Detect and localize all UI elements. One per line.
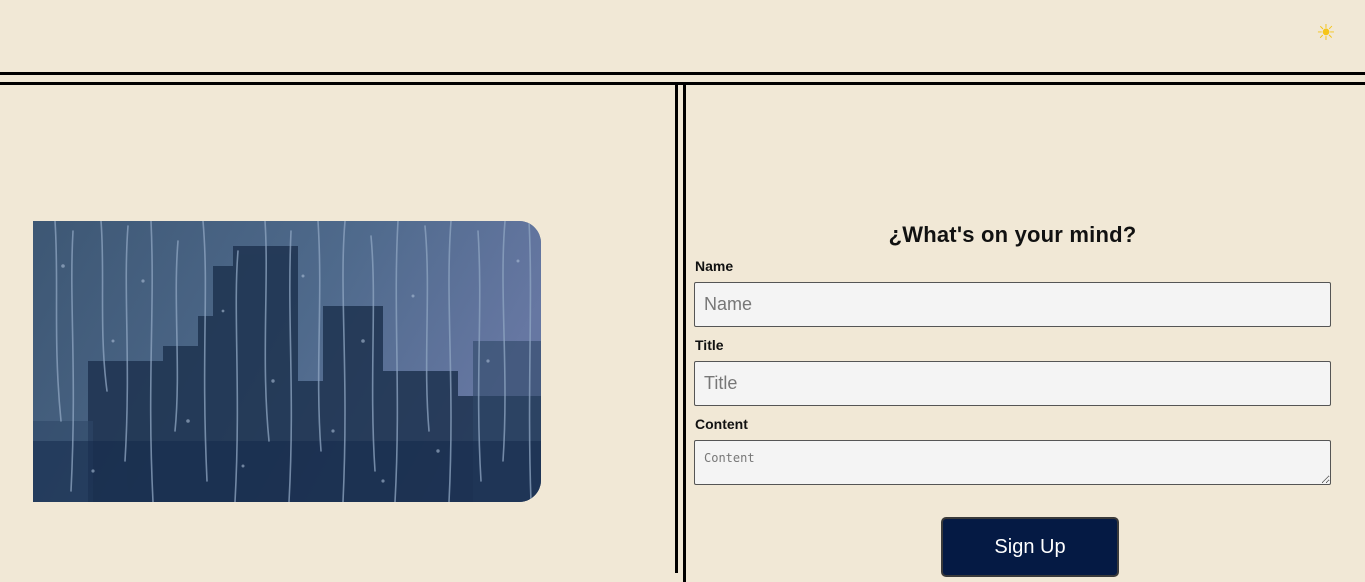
name-input[interactable] [694,282,1331,327]
header: ☀ [0,0,1365,72]
column-divider-left [675,85,678,573]
form-title: ¿What's on your mind? [888,222,1137,247]
column-divider-right [683,85,686,582]
header-divider-top [0,72,1365,75]
sign-up-button[interactable]: Sign Up [941,517,1119,577]
content-label: Content [695,416,748,432]
post-form: ¿What's on your mind? Name Title Content [694,220,1331,485]
title-label: Title [695,337,724,353]
name-label: Name [695,258,734,274]
sun-icon[interactable]: ☀ [1313,21,1339,47]
content-textarea[interactable] [694,440,1331,485]
rainy-city-image [33,221,541,502]
title-input[interactable] [694,361,1331,406]
